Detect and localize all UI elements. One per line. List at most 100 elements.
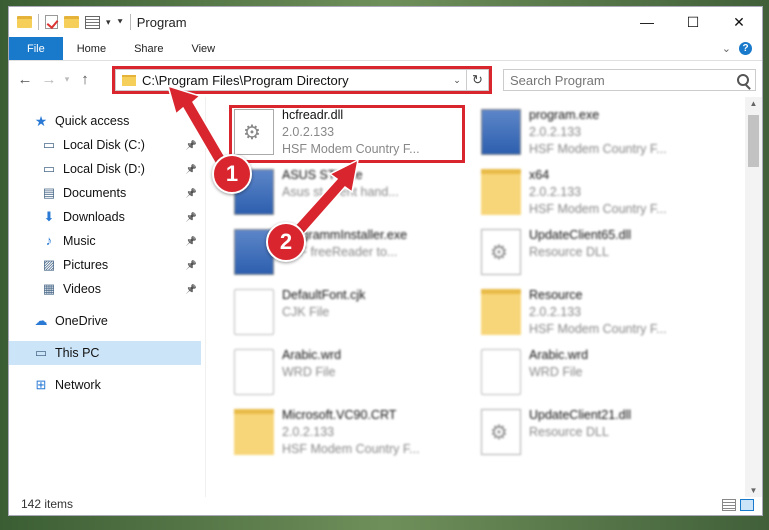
properties-check-icon[interactable] — [45, 15, 58, 29]
tiles-view-icon[interactable] — [740, 499, 754, 511]
search-input[interactable] — [510, 72, 710, 88]
file-tile[interactable]: DefaultFont.cjk CJK File — [220, 285, 460, 341]
file-icon — [234, 349, 274, 395]
sidebar-item-network[interactable]: ⊞ Network — [9, 373, 201, 397]
view-options-icon[interactable] — [85, 15, 100, 29]
sidebar-item-label: Pictures — [63, 258, 109, 272]
customize-toolbar-icon[interactable]: ⯆ — [117, 17, 124, 28]
tab-view[interactable]: View — [177, 37, 229, 60]
file-tile[interactable]: ASUS STI.exe Asus st event hand... — [220, 165, 460, 221]
pin-icon[interactable]: 📌 — [186, 140, 197, 151]
sidebar-item-label: Music — [63, 234, 96, 248]
pin-icon[interactable]: 📌 — [186, 284, 197, 295]
sidebar-item-this-pc[interactable]: ▭ This PC — [9, 341, 201, 365]
file-tile[interactable]: ProgrammInstaller.exe HSF freeReader to..… — [220, 225, 460, 281]
recent-locations-icon[interactable]: ▾ — [61, 74, 73, 85]
drive-icon: ▭ — [42, 161, 56, 176]
exe-icon — [481, 109, 521, 155]
file-tile[interactable]: Arabic.wrd WRD File — [467, 345, 707, 401]
dll-icon — [481, 229, 521, 275]
sidebar-item-onedrive[interactable]: ☁ OneDrive — [9, 309, 201, 333]
computer-icon: ▭ — [34, 345, 48, 360]
ribbon-tabs: File Home Share View ⌄ ? — [9, 37, 762, 61]
file-icon — [481, 349, 521, 395]
cloud-icon: ☁ — [34, 313, 48, 328]
pin-icon[interactable]: 📌 — [186, 260, 197, 271]
file-name: UpdateClient21.dll — [529, 408, 632, 422]
music-icon: ♪ — [45, 233, 53, 248]
vertical-scrollbar[interactable]: ▲ ▼ — [745, 97, 762, 497]
minimize-button[interactable]: — — [624, 7, 670, 37]
file-name: ASUS STI.exe — [282, 168, 363, 182]
expand-ribbon-icon[interactable]: ⌄ — [722, 42, 731, 55]
close-button[interactable]: ✕ — [716, 7, 762, 37]
sidebar-item-downloads[interactable]: ⬇ Downloads 📌 — [9, 205, 201, 229]
help-icon[interactable]: ? — [739, 42, 752, 55]
file-name: DefaultFont.cjk — [282, 288, 366, 302]
file-detail: 2.0.2.133 — [529, 305, 582, 319]
sidebar-item-pictures[interactable]: ▨ Pictures 📌 — [9, 253, 201, 277]
sidebar-item-videos[interactable]: ▦ Videos 📌 — [9, 277, 201, 301]
file-detail: HSF Modem Country F... — [529, 142, 667, 156]
toolbar-divider — [38, 14, 39, 30]
file-detail: HSF Modem Country F... — [529, 322, 667, 336]
file-name: program.exe — [529, 108, 600, 122]
file-name: Resource — [529, 288, 583, 302]
sidebar-item-documents[interactable]: ▤ Documents 📌 — [9, 181, 201, 205]
dll-icon — [481, 409, 521, 455]
folder-icon — [234, 409, 274, 455]
videos-icon: ▦ — [42, 281, 56, 296]
navigation-pane: ★ Quick access ▭ Local Disk (C:) 📌 ▭ Local Dis… — [9, 97, 205, 497]
scrollbar-thumb[interactable] — [748, 115, 759, 167]
scroll-up-icon[interactable]: ▲ — [745, 99, 762, 108]
file-icon — [234, 289, 274, 335]
status-bar: 142 items — [9, 493, 762, 515]
file-name: Microsoft.VC90.CRT — [282, 408, 397, 422]
folder-icon[interactable] — [17, 16, 32, 28]
file-detail: WRD File — [529, 365, 583, 379]
file-detail: HSF Modem Country F... — [282, 442, 420, 456]
quick-access-toolbar: ▾ ⯆ — [17, 14, 131, 30]
tab-home[interactable]: Home — [63, 37, 120, 60]
tab-share[interactable]: Share — [120, 37, 177, 60]
file-name: UpdateClient65.dll — [529, 228, 632, 242]
file-tile[interactable]: UpdateClient21.dll Resource DLL — [467, 405, 707, 461]
file-tile[interactable]: Resource 2.0.2.133 HSF Modem Country F... — [467, 285, 707, 341]
file-tile[interactable]: x64 2.0.2.133 HSF Modem Country F... — [467, 165, 707, 221]
download-icon: ⬇ — [43, 209, 55, 224]
tab-file[interactable]: File — [9, 37, 63, 60]
maximize-button[interactable]: ☐ — [670, 7, 716, 37]
sidebar-item-music[interactable]: ♪ Music 📌 — [9, 229, 201, 253]
sidebar-item-local-disk-d[interactable]: ▭ Local Disk (D:) 📌 — [9, 157, 201, 181]
chevron-down-icon[interactable]: ▾ — [106, 17, 111, 28]
file-explorer-window: ▾ ⯆ Program — ☐ ✕ File Home Share View ⌄… — [8, 6, 763, 516]
sidebar-item-local-disk-c[interactable]: ▭ Local Disk (C:) 📌 — [9, 133, 201, 157]
sidebar-item-quick-access[interactable]: ★ Quick access — [9, 109, 201, 133]
toolbar-divider — [129, 14, 131, 30]
address-highlight-box — [112, 66, 492, 94]
file-tile[interactable]: Arabic.wrd WRD File — [220, 345, 460, 401]
pin-icon[interactable]: 📌 — [186, 188, 197, 199]
file-tile[interactable]: program.exe 2.0.2.133 HSF Modem Country F.… — [467, 105, 707, 161]
details-view-icon[interactable] — [722, 499, 736, 511]
file-tile[interactable]: UpdateClient65.dll Resource DLL — [467, 225, 707, 281]
search-icon[interactable] — [737, 74, 749, 86]
search-box[interactable] — [503, 69, 756, 91]
star-icon: ★ — [34, 113, 48, 129]
pin-icon[interactable]: 📌 — [186, 212, 197, 223]
file-name: Arabic.wrd — [282, 348, 342, 362]
up-button[interactable]: ↑ — [73, 71, 97, 88]
pane-divider[interactable] — [205, 97, 206, 497]
file-tile[interactable]: Microsoft.VC90.CRT 2.0.2.133 HSF Modem Cou… — [220, 405, 460, 461]
new-folder-icon[interactable] — [64, 16, 79, 28]
file-highlight-box — [229, 105, 465, 163]
pin-icon[interactable]: 📌 — [186, 164, 197, 175]
back-button[interactable]: ← — [13, 71, 37, 88]
pin-icon[interactable]: 📌 — [186, 236, 197, 247]
sidebar-item-label: Local Disk (C:) — [63, 138, 145, 152]
forward-button[interactable]: → — [37, 71, 61, 88]
window-title: Program — [136, 14, 187, 30]
sidebar-item-label: Downloads — [63, 210, 125, 224]
file-detail: 2.0.2.133 — [529, 185, 582, 199]
step-marker-2: 2 — [266, 222, 306, 262]
